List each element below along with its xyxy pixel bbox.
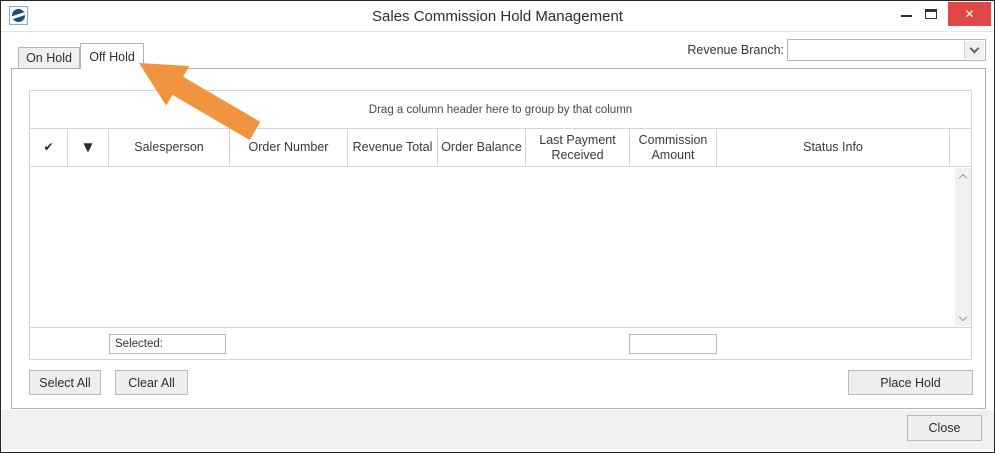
column-header-salesperson[interactable]: Salesperson — [109, 129, 230, 166]
scroll-down-button[interactable] — [955, 310, 971, 326]
maximize-icon[interactable] — [925, 9, 937, 19]
column-header-commission-amount[interactable]: Commission Amount — [630, 129, 717, 166]
column-header-last-payment[interactable]: Last Payment Received — [526, 129, 630, 166]
grid-body-empty — [30, 167, 971, 327]
grid-footer-row: Selected: — [30, 327, 971, 358]
dialog-footer — [1, 410, 994, 449]
column-header-select[interactable]: ▼ — [68, 129, 109, 166]
dialog-window: Sales Commission Hold Management ✕ Reven… — [0, 0, 995, 453]
scroll-up-button[interactable] — [955, 168, 971, 184]
chevron-down-icon — [969, 43, 980, 54]
selected-label: Selected: — [115, 338, 163, 350]
combo-dropdown-button[interactable] — [964, 41, 984, 59]
commission-total-box — [629, 334, 717, 354]
window-close-button[interactable]: ✕ — [948, 2, 991, 26]
revenue-branch-select[interactable] — [787, 39, 986, 61]
window-title: Sales Commission Hold Management — [372, 8, 623, 25]
group-hint-text: Drag a column header here to group by th… — [368, 103, 633, 116]
commission-grid: Drag a column header here to group by th… — [29, 90, 972, 360]
filter-arrow-icon: ▼ — [83, 140, 93, 155]
column-header-status-info[interactable]: Status Info — [717, 129, 950, 166]
selected-count-box: Selected: — [109, 334, 226, 354]
vertical-scrollbar[interactable] — [955, 168, 971, 326]
group-by-drop-zone: Drag a column header here to group by th… — [30, 91, 971, 129]
tab-on-hold[interactable]: On Hold — [18, 47, 80, 69]
select-all-button[interactable]: Select All — [29, 370, 101, 395]
close-button[interactable]: Close — [907, 415, 982, 441]
column-header-spacer — [950, 129, 971, 166]
tab-off-hold-label: Off Hold — [89, 49, 135, 64]
column-header-revenue-total[interactable]: Revenue Total — [348, 129, 438, 166]
grid-header-row: ✔ ▼ Salesperson Order Number Revenue Tot… — [30, 129, 971, 167]
chevron-down-icon — [958, 312, 968, 321]
tab-page: Drag a column header here to group by th… — [11, 68, 986, 409]
column-header-order-number[interactable]: Order Number — [230, 129, 348, 166]
tab-on-hold-label: On Hold — [26, 51, 72, 65]
title-bar: Sales Commission Hold Management ✕ — [1, 1, 994, 32]
chevron-up-icon — [958, 173, 968, 182]
close-x-icon: ✕ — [964, 7, 975, 21]
place-hold-button[interactable]: Place Hold — [848, 370, 973, 395]
column-header-check[interactable]: ✔ — [30, 129, 68, 166]
revenue-branch-label: Revenue Branch: — [687, 43, 784, 57]
column-header-order-balance[interactable]: Order Balance — [438, 129, 526, 166]
tab-off-hold[interactable]: Off Hold — [80, 43, 144, 69]
check-icon: ✔ — [43, 140, 54, 155]
clear-all-button[interactable]: Clear All — [115, 370, 188, 395]
minimize-icon[interactable] — [901, 15, 912, 17]
